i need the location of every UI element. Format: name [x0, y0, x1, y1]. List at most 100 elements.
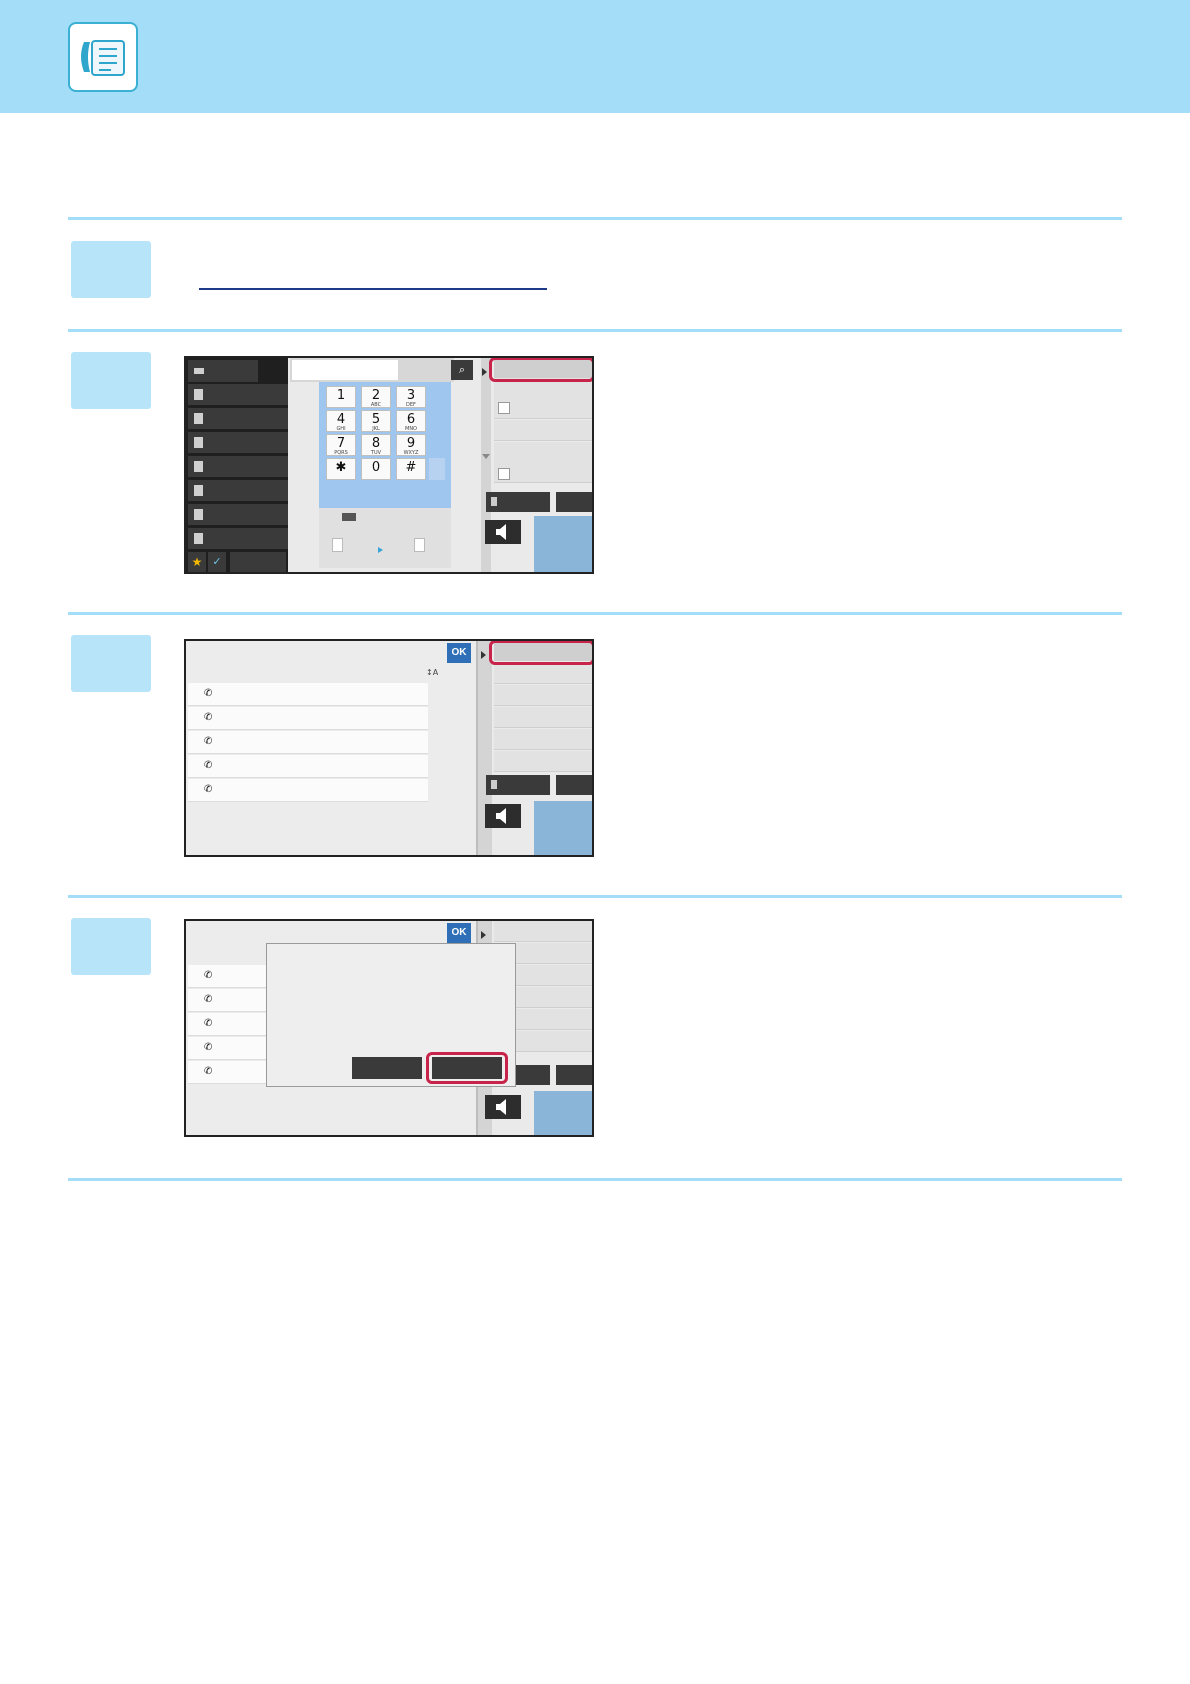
menu-icon	[194, 413, 203, 424]
setting-row[interactable]	[494, 663, 592, 684]
step-badge-2	[71, 352, 151, 409]
setting-row[interactable]	[494, 420, 592, 441]
section-divider	[68, 895, 1122, 898]
fax-address-book-icon	[68, 22, 138, 92]
document-icon	[194, 437, 203, 448]
expand-arrow-icon[interactable]	[482, 368, 487, 376]
reset-button[interactable]	[556, 492, 592, 512]
page-icon	[414, 538, 425, 552]
preview-button[interactable]	[486, 492, 550, 512]
reference-link[interactable]	[199, 288, 547, 290]
start-button[interactable]	[534, 801, 592, 855]
check-icon[interactable]: ✓	[208, 552, 226, 572]
ok-button[interactable]: OK	[447, 923, 471, 943]
preview-icon	[491, 780, 497, 789]
sidebar-button[interactable]	[188, 528, 288, 549]
setting-checkbox[interactable]	[498, 468, 510, 480]
expand-arrow-icon[interactable]	[481, 651, 486, 659]
highlight-frame	[489, 358, 592, 382]
scroll-down-icon[interactable]	[482, 454, 490, 459]
keypad-key[interactable]: 1	[326, 386, 356, 408]
list-item[interactable]: ✆	[188, 1061, 268, 1084]
keypad-key[interactable]: 9 WXYZ	[396, 434, 426, 456]
reset-button[interactable]	[556, 1065, 592, 1085]
keypad-key[interactable]: #	[396, 458, 426, 480]
setting-row[interactable]	[494, 685, 592, 706]
sidebar-button[interactable]	[188, 504, 288, 525]
sidebar-button[interactable]	[188, 432, 288, 453]
setting-row[interactable]	[494, 921, 592, 942]
speaker-button[interactable]	[485, 804, 521, 828]
phone-icon: ✆	[204, 688, 213, 699]
fax-dialpad-screen: ★ ✓ ⌕ 1 2 ABC 3 DEF 4 GHI 5 JKL 6 MNO 7 PQRS 8…	[184, 356, 594, 574]
keypad-key[interactable]: 8 TUV	[361, 434, 391, 456]
step-badge-4	[71, 918, 151, 975]
address-button[interactable]	[188, 360, 258, 382]
section-divider	[68, 612, 1122, 615]
cancel-button[interactable]	[352, 1057, 422, 1079]
keypad-disabled-key	[429, 458, 445, 480]
list-item[interactable]: ✆	[188, 731, 428, 754]
phone-icon: ✆	[204, 994, 213, 1005]
settings-button[interactable]	[230, 552, 286, 572]
start-button[interactable]	[534, 516, 592, 572]
address-list-screen: OK ↕A ✆ ✆ ✆ ✆ ✆	[184, 639, 594, 857]
list-item[interactable]: ✆	[188, 683, 428, 706]
section-divider	[68, 217, 1122, 220]
list-item[interactable]: ✆	[188, 779, 428, 802]
phone-icon: ✆	[204, 712, 213, 723]
keypad-key[interactable]: 5 JKL	[361, 410, 391, 432]
step-badge-3	[71, 635, 151, 692]
search-icon[interactable]: ⌕	[451, 360, 473, 380]
expand-arrow-icon[interactable]	[481, 931, 486, 939]
keypad-key[interactable]: 2 ABC	[361, 386, 391, 408]
document-icon	[194, 509, 203, 520]
scanner-icon	[342, 513, 356, 521]
phone-icon: ✆	[204, 1018, 213, 1029]
list-item[interactable]: ✆	[188, 965, 268, 988]
setting-row[interactable]	[494, 442, 592, 463]
keypad-key[interactable]: 4 GHI	[326, 410, 356, 432]
section-divider	[68, 1178, 1122, 1181]
document-icon	[194, 485, 203, 496]
destination-input[interactable]	[292, 360, 398, 380]
sidebar-button[interactable]	[188, 480, 288, 501]
keypad-key[interactable]: 0	[361, 458, 391, 480]
favorite-star-icon[interactable]: ★	[188, 552, 206, 572]
speaker-button[interactable]	[485, 1095, 521, 1119]
confirm-dialog-screen: OK ✆ ✆ ✆ ✆ ✆	[184, 919, 594, 1137]
keypad-key[interactable]: ✱	[326, 458, 356, 480]
phone-icon: ✆	[204, 784, 213, 795]
speaker-button[interactable]	[485, 520, 521, 544]
sort-icon[interactable]: ↕A	[426, 667, 440, 679]
address-icon	[194, 368, 204, 374]
list-item[interactable]: ✆	[188, 707, 428, 730]
reset-button[interactable]	[556, 775, 592, 795]
preview-button[interactable]	[486, 775, 550, 795]
keypad-key[interactable]: 7 PQRS	[326, 434, 356, 456]
list-item[interactable]: ✆	[188, 1013, 268, 1036]
ok-button[interactable]: OK	[447, 643, 471, 663]
menu-icon	[194, 389, 203, 400]
sidebar-button[interactable]	[188, 384, 288, 405]
setting-row[interactable]	[494, 729, 592, 750]
keypad-key[interactable]: 6 MNO	[396, 410, 426, 432]
setting-row[interactable]	[494, 707, 592, 728]
highlight-frame	[426, 1052, 508, 1084]
start-button[interactable]	[534, 1091, 592, 1135]
list-item[interactable]: ✆	[188, 989, 268, 1012]
phone-icon: ✆	[204, 736, 213, 747]
phone-icon: ✆	[204, 1042, 213, 1053]
phone-icon: ✆	[204, 970, 213, 981]
arrow-right-icon	[378, 547, 383, 553]
phone-icon: ✆	[204, 1066, 213, 1077]
list-item[interactable]: ✆	[188, 755, 428, 778]
section-divider	[68, 329, 1122, 332]
setting-row[interactable]	[494, 751, 592, 772]
keypad-key[interactable]: 3 DEF	[396, 386, 426, 408]
sidebar-button[interactable]	[188, 408, 288, 429]
sidebar-button[interactable]	[188, 456, 288, 477]
setting-checkbox[interactable]	[498, 402, 510, 414]
list-item[interactable]: ✆	[188, 1037, 268, 1060]
header-band	[0, 0, 1190, 113]
